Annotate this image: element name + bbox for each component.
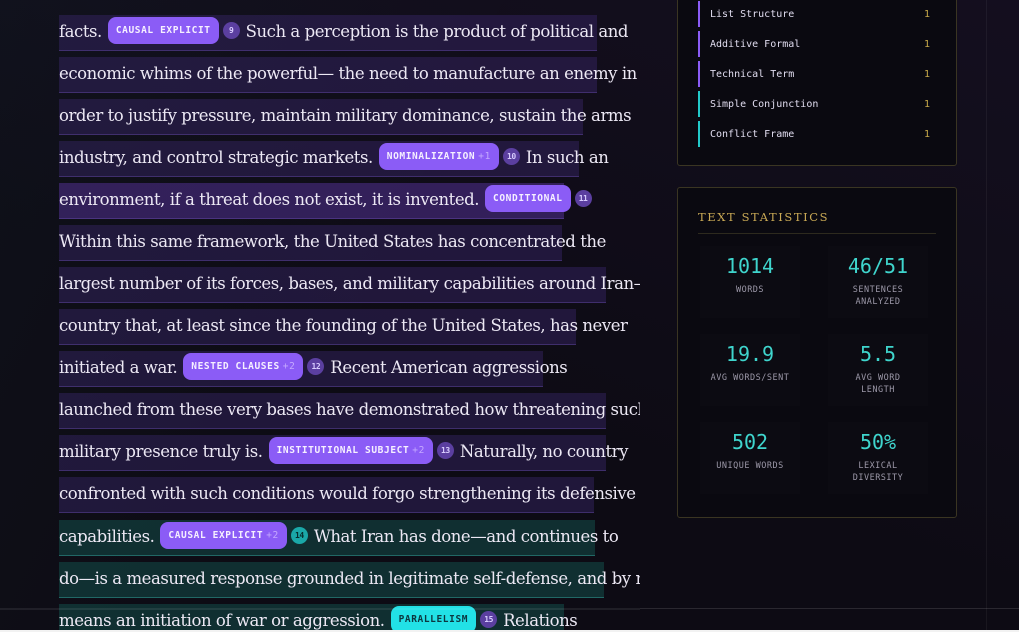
stat-lexical-diversity: 50% LEXICAL DIVERSITY <box>828 422 928 494</box>
stat-value: 1014 <box>725 254 775 278</box>
pattern-row[interactable]: List Structure 1 <box>698 1 938 27</box>
stat-label: SENTENCES ANALYZED <box>852 285 904 307</box>
stat-label: WORDS <box>735 285 765 295</box>
pattern-count: 1 <box>923 69 930 80</box>
text-statistics-panel: TEXT STATISTICS 1014 WORDS 46/51 SENTENC… <box>677 187 957 518</box>
text-line: Within this same framework, the United S… <box>59 232 606 251</box>
text-line: launched from these very bases have demo… <box>59 400 640 419</box>
stat-value: 5.5 <box>859 342 897 366</box>
text-line: confronted with such conditions would fo… <box>59 484 636 503</box>
stat-label: AVG WORD LENGTH <box>855 373 901 395</box>
stat-words: 1014 WORDS <box>700 246 800 318</box>
pattern-count: 1 <box>923 129 930 140</box>
sentence-number: 9 <box>222 22 240 39</box>
pattern-label: Simple Conjunction <box>710 99 819 110</box>
text-line: country that, at least since the foundin… <box>59 316 628 335</box>
pattern-tag[interactable]: CONDITIONAL <box>485 185 571 212</box>
pattern-label: Technical Term <box>710 69 795 80</box>
text-line: largest number of its forces, bases, and… <box>59 274 640 293</box>
pattern-count: 1 <box>923 9 930 20</box>
text-line: order to justify pressure, maintain mili… <box>59 106 632 125</box>
stat-label: UNIQUE WORDS <box>716 461 784 471</box>
sentence-number: 10 <box>502 148 520 165</box>
stat-value: 46/51 <box>847 254 909 278</box>
pattern-label: List Structure <box>710 9 795 20</box>
pattern-tag[interactable]: CAUSAL EXPLICIT <box>107 17 219 44</box>
text-line: economic whims of the powerful— the need… <box>59 64 637 83</box>
sentence-number: 13 <box>436 442 454 459</box>
pattern-row[interactable]: Technical Term 1 <box>698 61 938 87</box>
pattern-label: Conflict Frame <box>710 129 795 140</box>
sentence-number: 11 <box>574 190 592 207</box>
pattern-count: 1 <box>923 39 930 50</box>
pattern-tag[interactable]: INSTITUTIONAL SUBJECT +2 <box>268 437 433 464</box>
divider <box>640 608 1019 609</box>
text-line: facts. CAUSAL EXPLICIT 9 Such a perception … <box>59 16 628 48</box>
text-line: initiated a war. NESTED CLAUSES +2 12 Recent… <box>59 352 568 384</box>
stat-value: 50% <box>859 430 897 454</box>
stat-sentences: 46/51 SENTENCES ANALYZED <box>828 246 928 318</box>
text-line: environment, if a threat does not exist,… <box>59 184 598 216</box>
sentence-number: 15 <box>480 611 498 628</box>
pattern-row[interactable]: Conflict Frame 1 <box>698 121 938 147</box>
stat-unique-words: 502 UNIQUE WORDS <box>700 422 800 494</box>
stat-value: 502 <box>731 430 769 454</box>
pattern-tag[interactable]: NESTED CLAUSES +2 <box>183 353 304 380</box>
pattern-list-panel: List Structure 1 Additive Formal 1 Techn… <box>677 0 957 166</box>
sentence-number: 12 <box>307 358 325 375</box>
pattern-label: Additive Formal <box>710 39 801 50</box>
pattern-tag[interactable]: NOMINALIZATION +1 <box>378 143 499 170</box>
pattern-row[interactable]: Additive Formal 1 <box>698 31 938 57</box>
pattern-tag[interactable]: CAUSAL EXPLICIT +2 <box>160 522 287 549</box>
pattern-row[interactable]: Simple Conjunction 1 <box>698 91 938 117</box>
horizontal-scrollbar[interactable] <box>0 608 640 610</box>
divider <box>986 0 987 632</box>
panel-title: TEXT STATISTICS <box>698 210 830 224</box>
sentence-number: 14 <box>290 527 308 544</box>
stat-value: 19.9 <box>725 342 775 366</box>
text-line: capabilities. CAUSAL EXPLICIT +2 14 What Ira… <box>59 521 619 553</box>
annotated-text-panel[interactable]: facts. CAUSAL EXPLICIT 9 Such a perception … <box>0 0 640 632</box>
divider <box>698 233 936 234</box>
text-line: industry, and control strategic markets.… <box>59 142 609 174</box>
stat-avg-words: 19.9 AVG WORDS/SENT <box>700 334 800 406</box>
stat-label: AVG WORDS/SENT <box>710 373 790 383</box>
pattern-count: 1 <box>923 99 930 110</box>
stat-avg-word-length: 5.5 AVG WORD LENGTH <box>828 334 928 406</box>
text-line: military presence truly is. INSTITUTIONAL… <box>59 436 628 468</box>
text-line: do—is a measured response grounded in le… <box>59 569 640 588</box>
stat-label: LEXICAL DIVERSITY <box>852 461 904 483</box>
